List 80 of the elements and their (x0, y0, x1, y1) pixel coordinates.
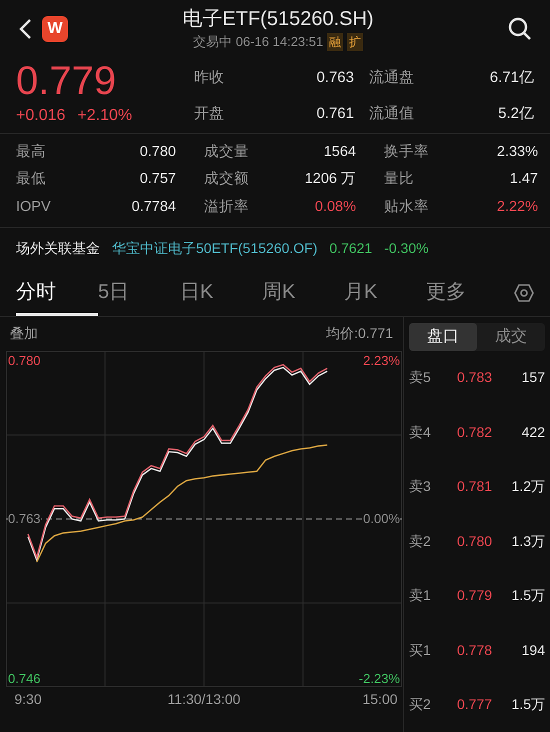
field-label: 昨收 (194, 68, 225, 88)
stat-value: 2.22% (496, 198, 538, 218)
stat-label: 最高 (16, 142, 47, 162)
percent-label: -2.23% (358, 670, 400, 688)
stat-value: 0.08% (314, 198, 356, 218)
tag: 融 (327, 33, 344, 52)
field-value: 6.71亿 (488, 68, 534, 88)
order-book-tab[interactable]: 成交 (477, 322, 545, 350)
order-price: 0.777 (457, 695, 494, 714)
overlay-label[interactable]: 叠加 (10, 323, 38, 344)
field-value: 0.761 (315, 104, 354, 124)
order-price: 0.781 (457, 477, 494, 496)
fund-price: 0.7621 (329, 239, 372, 258)
order-price: 0.783 (457, 368, 494, 388)
time-label: 15:00 (362, 690, 398, 708)
order-book-tab[interactable]: 盘口 (409, 322, 477, 350)
stat-label: 贴水率 (383, 198, 430, 218)
order-price: 0.778 (457, 640, 494, 660)
trading-status: 交易中 (192, 33, 232, 52)
stat-value: 1564 (322, 142, 356, 162)
order-level: 卖1 (409, 586, 432, 606)
fund-change: -0.30% (384, 239, 429, 258)
settings-icon[interactable] (514, 283, 534, 304)
order-volume: 194 (520, 640, 545, 660)
order-level: 买2 (409, 695, 432, 714)
order-volume: 1.3万 (510, 532, 545, 551)
field-value: 0.763 (315, 68, 354, 88)
chart-tab[interactable]: 更多 (426, 271, 508, 316)
axis-label: 0.780 (8, 352, 41, 370)
order-level: 卖4 (409, 422, 432, 442)
stat-value: 0.757 (138, 170, 176, 190)
stat-value: 0.780 (138, 142, 176, 162)
page-title: 电子ETF(515260.SH) (182, 7, 374, 32)
chart-tab[interactable]: 月K (344, 271, 426, 316)
stat-value: 1.47 (508, 170, 538, 190)
stat-label: 量比 (383, 170, 415, 190)
field-value: 5.2亿 (497, 104, 534, 124)
field-label: 流通值 (369, 104, 415, 124)
order-volume: 422 (520, 422, 545, 442)
search-icon[interactable] (508, 17, 532, 42)
current-price: 0.779 (16, 58, 118, 104)
stat-label: 最低 (16, 170, 47, 190)
timestamp: 06-16 14:23:51 (236, 33, 324, 52)
order-level: 买1 (409, 640, 432, 660)
stat-label: 成交量 (203, 142, 250, 162)
order-level: 卖2 (409, 532, 432, 551)
time-label: 9:30 (14, 690, 42, 708)
field-label: 流通盘 (369, 68, 415, 88)
app-logo: W (42, 16, 68, 42)
time-label: 11:30/13:00 (168, 690, 240, 708)
stat-label: 换手率 (383, 142, 430, 162)
order-price: 0.780 (457, 532, 494, 551)
order-volume: 1.2万 (510, 477, 545, 496)
stat-value: 1206 万 (304, 170, 356, 190)
field-label: 开盘 (194, 104, 225, 124)
chart-tab[interactable]: 分时 (16, 271, 98, 316)
stat-value: 2.33% (496, 142, 538, 162)
percent-label: 2.23% (363, 352, 400, 370)
fund-link[interactable]: 华宝中证电子50ETF(515260.OF) (112, 238, 318, 260)
stat-label: 成交额 (203, 170, 250, 190)
related-fund-label: 场外关联基金 (16, 239, 100, 258)
chart-tab[interactable]: 周K (262, 271, 344, 316)
chart-tab[interactable]: 5日 (98, 271, 180, 316)
axis-label: 0.746 (8, 670, 41, 688)
back-icon[interactable] (18, 18, 32, 40)
order-price: 0.782 (457, 422, 494, 442)
stat-value: 0.7784 (130, 198, 176, 218)
percent-change: +2.10% (77, 106, 132, 126)
order-price: 0.779 (457, 586, 494, 606)
order-volume: 1.5万 (510, 586, 545, 606)
order-volume: 1.5万 (510, 695, 545, 714)
order-level: 卖3 (409, 477, 432, 496)
price-change: +0.016 (16, 106, 66, 126)
stat-label: IOPV (16, 198, 52, 218)
order-level: 卖5 (409, 368, 432, 388)
average-price: 均价:0.771 (326, 324, 393, 343)
order-volume: 157 (520, 368, 545, 388)
tag: 扩 (347, 33, 364, 52)
chart-tab[interactable]: 日K (180, 271, 262, 316)
stat-label: 溢折率 (203, 198, 250, 218)
